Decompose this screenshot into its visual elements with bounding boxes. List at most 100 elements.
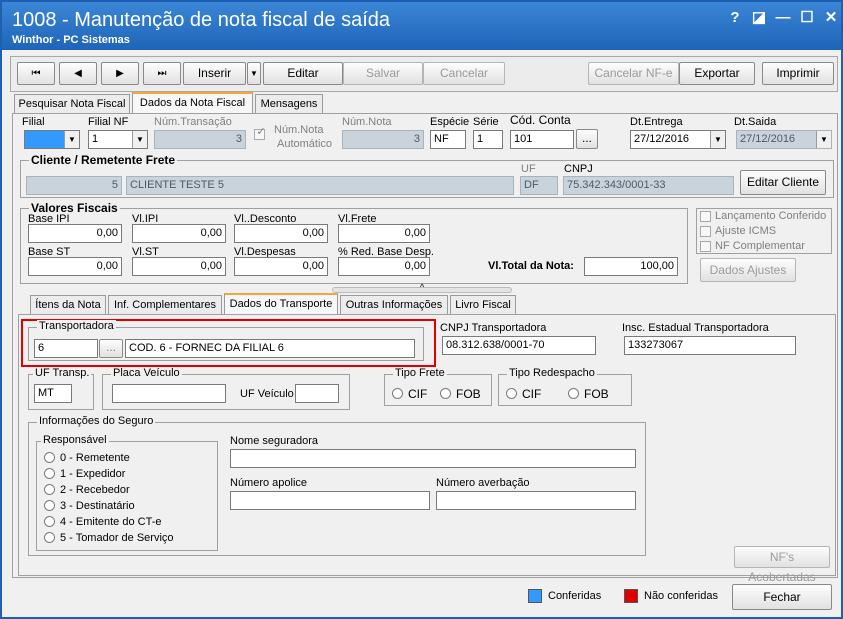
vl-total-field[interactable]: 100,00 <box>584 257 678 276</box>
dt-entrega-field[interactable]: 27/12/2016 ▼ <box>630 130 726 149</box>
chevron-down-icon[interactable]: ▼ <box>816 131 831 148</box>
cliente-cnpj-field[interactable]: 75.342.343/0001-33 <box>563 176 734 195</box>
tipo-frete-cif-radio[interactable] <box>392 388 403 399</box>
tab-dados-da-nota-fiscal[interactable]: Dados da Nota Fiscal <box>132 92 253 113</box>
help-icon[interactable]: ? <box>724 8 746 28</box>
serie-field[interactable]: 1 <box>473 130 503 149</box>
num-nota-auto-label2: Automático <box>277 138 333 150</box>
cancelar-button[interactable]: Cancelar <box>423 62 505 85</box>
lancamento-conferido-checkbox[interactable] <box>700 211 711 222</box>
restore-icon[interactable]: ◪ <box>748 8 770 28</box>
tab-inf-complementares[interactable]: Inf. Complementares <box>108 295 222 314</box>
base-st-field[interactable]: 0,00 <box>28 257 122 276</box>
close-icon[interactable]: ✕ <box>820 8 841 28</box>
uf-transp-field[interactable]: MT <box>34 384 72 403</box>
prev-record-button[interactable]: ◀ <box>59 62 97 85</box>
responsavel-radio-0[interactable] <box>44 452 55 463</box>
tab-mensagens[interactable]: Mensagens <box>255 94 323 113</box>
vl-desconto-field[interactable]: 0,00 <box>234 224 328 243</box>
responsavel-radio-3[interactable] <box>44 500 55 511</box>
dados-ajustes-button[interactable]: Dados Ajustes <box>700 258 796 282</box>
vl-total-label: Vl.Total da Nota: <box>488 260 574 272</box>
transportadora-search-button[interactable]: ... <box>99 339 123 358</box>
first-record-button[interactable]: ⏮ <box>17 62 55 85</box>
placa-veiculo-label: Placa Veículo <box>111 367 182 379</box>
chevron-down-icon[interactable]: ▼ <box>132 131 147 148</box>
cnpj-transportadora-field[interactable]: 08.312.638/0001-70 <box>442 336 596 355</box>
cliente-uf-label: UF <box>521 163 536 175</box>
tipo-redespacho-label: Tipo Redespacho <box>507 367 597 379</box>
cliente-uf-field[interactable]: DF <box>520 176 558 195</box>
inserir-button[interactable]: Inserir <box>183 62 246 85</box>
imprimir-button[interactable]: Imprimir <box>762 62 834 85</box>
exportar-button[interactable]: Exportar <box>679 62 755 85</box>
filial-select[interactable]: ▼ <box>24 130 80 149</box>
dt-saida-field[interactable]: 27/12/2016 ▼ <box>736 130 832 149</box>
chevron-down-icon[interactable]: ▼ <box>64 131 79 148</box>
responsavel-radio-2[interactable] <box>44 484 55 495</box>
responsavel-radio-1[interactable] <box>44 468 55 479</box>
tab-itens-da-nota[interactable]: Ítens da Nota <box>30 295 106 314</box>
next-record-button[interactable]: ▶ <box>101 62 139 85</box>
maximize-icon[interactable]: ☐ <box>796 8 818 28</box>
vl-frete-field[interactable]: 0,00 <box>338 224 430 243</box>
salvar-button[interactable]: Salvar <box>343 62 423 85</box>
vl-st-field[interactable]: 0,00 <box>132 257 226 276</box>
chevron-down-icon[interactable]: ▼ <box>710 131 725 148</box>
especie-field[interactable]: NF <box>430 130 466 149</box>
nfs-acobertadas-button[interactable]: NF's Acobertadas <box>734 546 830 584</box>
tab-pesquisar-nota-fiscal[interactable]: Pesquisar Nota Fiscal <box>14 94 130 113</box>
numero-averbacao-field[interactable] <box>436 491 636 510</box>
nome-seguradora-field[interactable] <box>230 449 636 468</box>
vl-ipi-field[interactable]: 0,00 <box>132 224 226 243</box>
transportadora-codigo-field[interactable]: 6 <box>34 339 98 358</box>
nf-complementar-checkbox[interactable] <box>700 241 711 252</box>
transportadora-label: Transportadora <box>37 320 116 332</box>
vl-despesas-field[interactable]: 0,00 <box>234 257 328 276</box>
seguro-title: Informações do Seguro <box>37 415 156 427</box>
tipo-frete-fob-radio[interactable] <box>440 388 451 399</box>
tipo-redespacho-fob-radio[interactable] <box>568 388 579 399</box>
collapse-icon[interactable]: ^ <box>420 282 424 292</box>
cancelar-nfe-button[interactable]: Cancelar NF-e <box>588 62 679 85</box>
insc-estadual-label: Insc. Estadual Transportadora <box>622 322 769 334</box>
filial-nf-select[interactable]: 1 ▼ <box>88 130 148 149</box>
responsavel-radio-5[interactable] <box>44 532 55 543</box>
window-title: 1008 - Manutenção de nota fiscal de saíd… <box>12 9 391 31</box>
filial-label: Filial <box>22 116 45 128</box>
filial-nf-label: Filial NF <box>88 116 129 128</box>
numero-apolice-field[interactable] <box>230 491 430 510</box>
ajuste-icms-label: Ajuste ICMS <box>715 225 777 237</box>
tipo-redespacho-cif-radio[interactable] <box>506 388 517 399</box>
placa-veiculo-field[interactable] <box>112 384 226 403</box>
last-record-button[interactable]: ⏭ <box>143 62 181 85</box>
editar-button[interactable]: Editar <box>263 62 343 85</box>
nao-conferidas-color-swatch <box>624 589 638 603</box>
inserir-dropdown-icon[interactable]: ▼ <box>247 62 261 85</box>
toolbar: ⏮ ◀ ▶ ⏭ Inserir ▼ Editar Salvar Cancelar… <box>10 56 838 92</box>
tipo-redespacho-fob-label: FOB <box>584 387 609 401</box>
minimize-icon[interactable]: — <box>772 8 794 28</box>
num-nota-field[interactable]: 3 <box>342 130 424 149</box>
responsavel-radio-4[interactable] <box>44 516 55 527</box>
insc-estadual-field[interactable]: 133273067 <box>624 336 796 355</box>
dt-entrega-label: Dt.Entrega <box>630 116 683 128</box>
base-ipi-field[interactable]: 0,00 <box>28 224 122 243</box>
editar-cliente-button[interactable]: Editar Cliente <box>740 170 826 195</box>
uf-transp-label: UF Transp. <box>33 367 92 379</box>
tab-outras-informacoes[interactable]: Outras Informações <box>340 295 448 314</box>
red-base-field[interactable]: 0,00 <box>338 257 430 276</box>
uf-veiculo-field[interactable] <box>295 384 339 403</box>
ajuste-icms-checkbox[interactable] <box>700 226 711 237</box>
num-transacao-field[interactable]: 3 <box>154 130 246 149</box>
tab-dados-do-transporte[interactable]: Dados do Transporte <box>224 293 338 314</box>
cliente-codigo-field[interactable]: 5 <box>26 176 122 195</box>
cod-conta-search-button[interactable]: ... <box>576 129 598 149</box>
cliente-nome-field[interactable]: CLIENTE TESTE 5 <box>126 176 514 195</box>
fechar-button[interactable]: Fechar <box>732 584 832 610</box>
tab-livro-fiscal[interactable]: Livro Fiscal <box>450 295 516 314</box>
main-tabs: Pesquisar Nota Fiscal Dados da Nota Fisc… <box>14 92 344 114</box>
cod-conta-field[interactable]: 101 <box>510 130 574 149</box>
nf-complementar-label: NF Complementar <box>715 240 805 252</box>
transportadora-nome-field[interactable]: COD. 6 - FORNEC DA FILIAL 6 <box>125 339 415 358</box>
